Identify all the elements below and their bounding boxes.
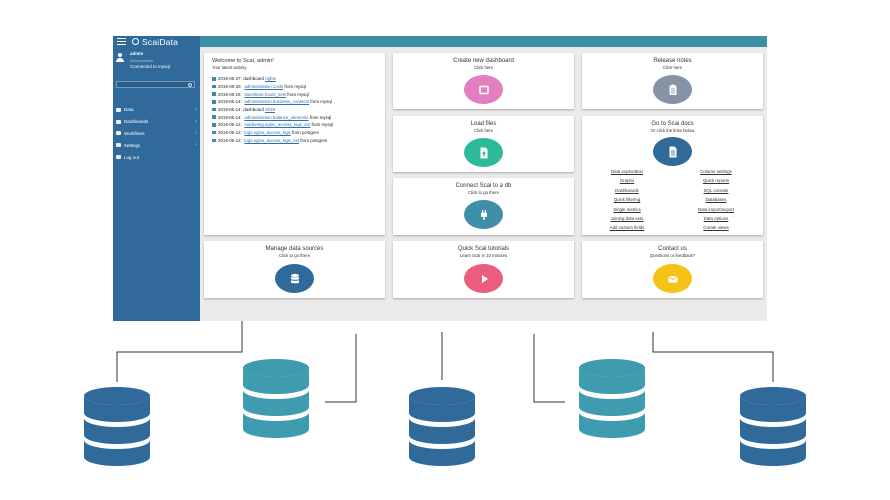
database-cylinder-icon [84,387,150,466]
connector-line [116,321,243,382]
connector-line [652,332,774,382]
database-diagram [84,321,806,466]
connector-line [325,334,357,403]
database-cylinder-icon [243,359,309,438]
database-cylinder-icon [579,359,645,438]
database-cylinder-icon [740,387,806,466]
database-cylinder-icon [409,387,475,466]
connector-line [533,334,565,403]
